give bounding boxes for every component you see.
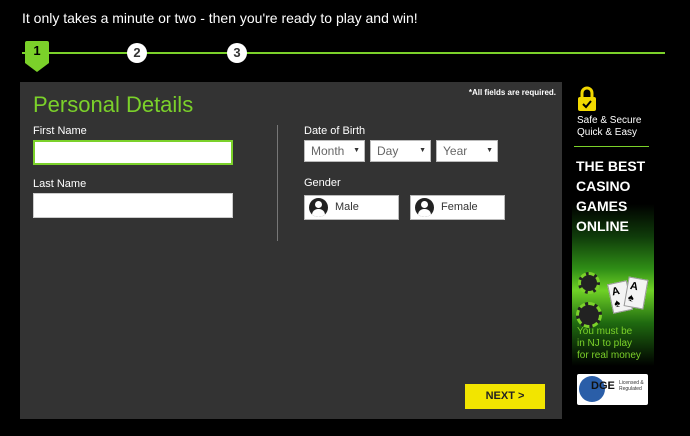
lock-icon xyxy=(578,86,596,111)
secure-text: Safe & Secure Quick & Easy xyxy=(577,115,641,139)
last-name-input[interactable] xyxy=(33,193,233,218)
year-select[interactable]: Year ▼ xyxy=(436,140,498,162)
chevron-down-icon: ▼ xyxy=(353,147,360,154)
playing-card: A ♠ xyxy=(623,276,649,310)
male-button[interactable]: Male xyxy=(304,195,399,220)
dob-label: Date of Birth xyxy=(304,125,366,137)
note-line-3: for real money xyxy=(577,350,641,361)
note-line-2: in NJ to play xyxy=(577,338,633,349)
female-label: Female xyxy=(441,201,478,213)
panel-title: Personal Details xyxy=(33,92,194,117)
promo-line-2: CASINO xyxy=(576,178,631,194)
promo-line-4: ONLINE xyxy=(576,218,629,234)
first-name-label: First Name xyxy=(33,125,87,137)
next-button[interactable]: NEXT > xyxy=(465,384,545,409)
required-note: *All fields are required. xyxy=(468,88,556,97)
user-icon xyxy=(309,198,328,217)
month-select[interactable]: Month ▼ xyxy=(304,140,365,162)
promo-headline: THE BEST CASINO GAMES ONLINE xyxy=(576,156,652,236)
progress-line xyxy=(22,52,665,54)
poker-chip xyxy=(578,272,600,294)
user-icon xyxy=(415,198,434,217)
chevron-down-icon: ▼ xyxy=(419,147,426,154)
intro-text: It only takes a minute or two - then you… xyxy=(22,10,418,26)
poker-chip xyxy=(576,302,602,328)
promo-note: You must be in NJ to play for real money xyxy=(577,326,641,362)
promo-line-1: THE BEST xyxy=(576,158,646,174)
personal-details-panel: Personal Details *All fields are require… xyxy=(20,82,562,419)
step-1: 1 xyxy=(25,41,49,72)
day-value: Day xyxy=(377,144,399,158)
chevron-down-icon: ▼ xyxy=(486,147,493,154)
sidebar-divider xyxy=(574,146,649,147)
day-select[interactable]: Day ▼ xyxy=(370,140,431,162)
step-3: 3 xyxy=(227,43,247,63)
step-2: 2 xyxy=(127,43,147,63)
dge-licensed-text: Licensed & Regulated xyxy=(619,380,644,392)
note-line-1: You must be xyxy=(577,326,633,337)
gender-label: Gender xyxy=(304,177,341,189)
male-label: Male xyxy=(335,201,359,213)
dge-text: DGE xyxy=(591,380,615,392)
column-divider xyxy=(277,125,278,241)
casino-promo-banner[interactable]: THE BEST CASINO GAMES ONLINE A ♠ A ♠ You m… xyxy=(572,150,654,366)
year-value: Year xyxy=(443,144,468,158)
secure-line-2: Quick & Easy xyxy=(577,127,638,138)
first-name-input[interactable] xyxy=(33,140,233,165)
dge-small-2: Regulated xyxy=(619,386,642,392)
female-button[interactable]: Female xyxy=(410,195,505,220)
promo-line-3: GAMES xyxy=(576,198,628,214)
secure-line-1: Safe & Secure xyxy=(577,115,642,126)
month-value: Month xyxy=(311,144,345,158)
last-name-label: Last Name xyxy=(33,178,87,190)
dge-badge: DGE Licensed & Regulated xyxy=(577,374,648,405)
